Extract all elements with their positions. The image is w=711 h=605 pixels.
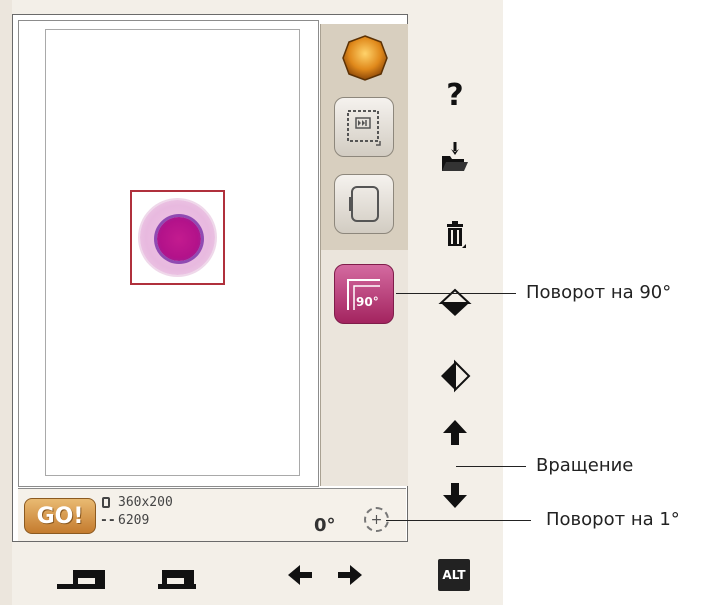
stitch-count: 6209 bbox=[118, 513, 150, 528]
stitch-out-icon bbox=[347, 110, 381, 146]
color-gem-button[interactable] bbox=[341, 34, 389, 82]
alt-button[interactable]: ALT bbox=[438, 555, 470, 595]
mirror-vertical-button[interactable] bbox=[425, 283, 485, 323]
embroidery-canvas[interactable] bbox=[18, 20, 319, 487]
flower-design-center bbox=[157, 217, 201, 261]
hoop-button[interactable] bbox=[334, 174, 394, 234]
rotate-down-button[interactable] bbox=[425, 476, 485, 516]
alt-label: ALT bbox=[438, 559, 470, 591]
rotate-up-button[interactable] bbox=[425, 412, 485, 452]
machine-icon bbox=[158, 570, 196, 589]
bottom-bar: ALT bbox=[0, 545, 503, 605]
arrow-up-icon bbox=[443, 420, 467, 445]
callout-rotation: Вращение bbox=[536, 455, 634, 476]
side-panel-bottom: 90° bbox=[320, 250, 408, 486]
open-folder-icon bbox=[442, 142, 468, 171]
open-folder-button[interactable] bbox=[425, 137, 485, 177]
arrow-left-icon bbox=[288, 565, 312, 585]
device-panel: 90° GO! 360x200 -- 6209 0° + ? ALT bbox=[0, 0, 503, 605]
status-bar: GO! 360x200 -- 6209 0° + bbox=[18, 488, 406, 541]
right-toolbar: ? bbox=[425, 0, 485, 545]
hoop-size: 360x200 bbox=[118, 495, 173, 510]
callout-line-rotation bbox=[456, 466, 526, 467]
mirror-horizontal-icon bbox=[441, 359, 471, 393]
color-gem-icon bbox=[342, 35, 388, 81]
machine-embroidery-button[interactable] bbox=[150, 555, 210, 595]
design-selection-frame[interactable] bbox=[130, 190, 225, 285]
arrow-right-icon bbox=[338, 565, 362, 585]
machine-stitch-button[interactable] bbox=[55, 555, 125, 595]
rotate-90-button[interactable]: 90° bbox=[334, 264, 394, 324]
delete-button[interactable] bbox=[425, 215, 485, 255]
device-left-strip bbox=[0, 0, 12, 605]
stitch-prefix: -- bbox=[100, 513, 116, 528]
side-panel-top bbox=[320, 24, 408, 250]
rotate-90-icon: 90° bbox=[347, 279, 380, 310]
delete-icon bbox=[447, 221, 466, 248]
arrow-down-icon bbox=[443, 483, 467, 508]
forward-button[interactable] bbox=[335, 555, 365, 595]
hoop-size-icon bbox=[102, 497, 110, 508]
help-button[interactable]: ? bbox=[425, 75, 485, 115]
callout-line-rotate-90 bbox=[396, 293, 516, 294]
rotate-90-label: 90° bbox=[356, 295, 379, 309]
help-icon: ? bbox=[446, 77, 464, 113]
rotation-angle: 0° bbox=[314, 515, 336, 536]
mirror-horizontal-button[interactable] bbox=[425, 356, 485, 396]
rotate-wheel-icon: + bbox=[370, 511, 383, 528]
callout-rotate-1: Поворот на 1° bbox=[546, 509, 680, 530]
mirror-vertical-icon bbox=[438, 288, 472, 316]
hoop-area bbox=[45, 29, 300, 476]
back-button[interactable] bbox=[285, 555, 315, 595]
hoop-icon bbox=[349, 186, 379, 222]
go-button[interactable]: GO! bbox=[24, 498, 96, 534]
stitch-out-button[interactable] bbox=[334, 97, 394, 157]
callout-rotate-90: Поворот на 90° bbox=[526, 282, 672, 303]
callout-line-rotate-1 bbox=[386, 520, 531, 521]
machine-icon bbox=[57, 570, 105, 589]
